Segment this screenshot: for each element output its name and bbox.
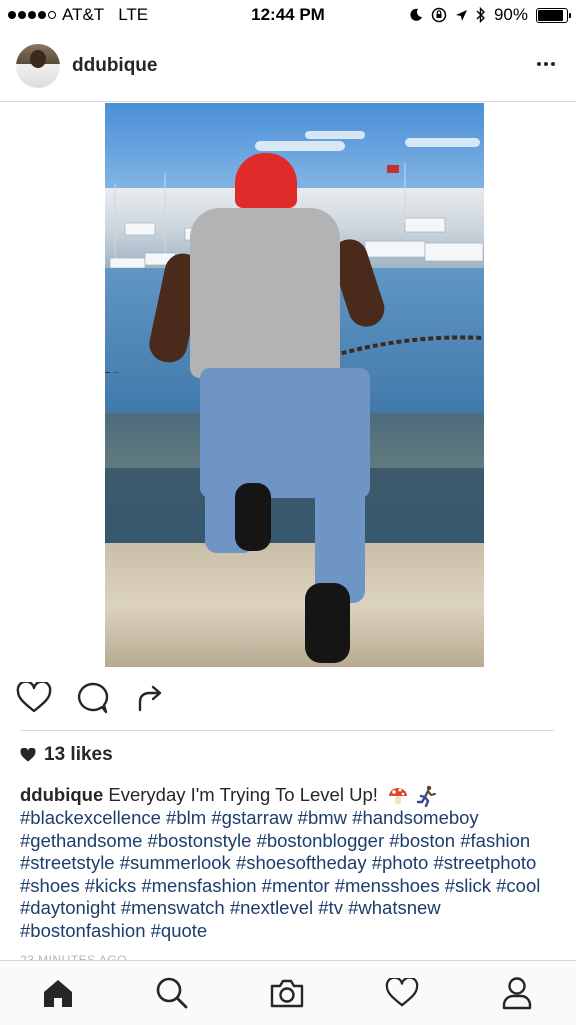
- hashtag-link[interactable]: #cool: [496, 875, 540, 896]
- hashtag-link[interactable]: #mentor: [262, 875, 330, 896]
- tab-bar: [0, 960, 576, 1025]
- hashtag-link[interactable]: #streetstyle: [20, 852, 115, 873]
- action-bar: [0, 676, 576, 726]
- hashtag-link[interactable]: #tv: [318, 897, 343, 918]
- share-icon[interactable]: [128, 676, 172, 720]
- orientation-lock-icon: [431, 7, 447, 23]
- hashtag-link[interactable]: #menswatch: [121, 897, 225, 918]
- status-right: 90%: [409, 5, 571, 25]
- hashtag-link[interactable]: #fashion: [460, 830, 530, 851]
- hashtag-link[interactable]: #mensshoes: [335, 875, 440, 896]
- more-options-icon[interactable]: [534, 52, 558, 76]
- hashtag-link[interactable]: #gstarraw: [211, 807, 292, 828]
- avatar[interactable]: [16, 44, 60, 88]
- search-icon[interactable]: [152, 973, 192, 1013]
- hashtag-link[interactable]: #summerlook: [120, 852, 231, 873]
- hashtag-link[interactable]: #boston: [389, 830, 455, 851]
- location-icon: [455, 9, 467, 21]
- hashtag-link[interactable]: #shoes: [20, 875, 80, 896]
- battery-percent: 90%: [493, 5, 528, 24]
- comment-icon[interactable]: [70, 676, 114, 720]
- hashtag-link[interactable]: #bostonfashion: [20, 920, 146, 941]
- home-icon[interactable]: [38, 973, 78, 1013]
- hashtag-link[interactable]: #quote: [151, 920, 208, 941]
- caption-hashtags: #blackexcellence #blm #gstarraw #bmw #ha…: [20, 807, 540, 941]
- running-person-emoji: [416, 785, 437, 808]
- profile-icon[interactable]: [497, 973, 537, 1013]
- post-username[interactable]: ddubique: [72, 55, 157, 77]
- hashtag-link[interactable]: #streetphoto: [433, 852, 536, 873]
- likes-heart-icon: [20, 748, 36, 762]
- hashtag-link[interactable]: #photo: [372, 852, 429, 873]
- hashtag-link[interactable]: #whatsnew: [348, 897, 441, 918]
- hashtag-link[interactable]: #daytonight: [20, 897, 116, 918]
- battery-icon: [536, 7, 571, 23]
- post-header: ddubique: [0, 38, 576, 98]
- likes-row[interactable]: 13 likes: [20, 744, 113, 766]
- caption-text: Everyday I'm Trying To Level Up!: [108, 784, 378, 805]
- heart-icon[interactable]: [12, 676, 56, 720]
- hashtag-link[interactable]: #blackexcellence: [20, 807, 161, 828]
- post-photo[interactable]: [105, 103, 484, 667]
- hashtag-link[interactable]: #slick: [445, 875, 491, 896]
- hashtag-link[interactable]: #gethandsome: [20, 830, 142, 851]
- hashtag-link[interactable]: #shoesoftheday: [236, 852, 367, 873]
- activity-heart-icon[interactable]: [382, 973, 422, 1013]
- caption-username[interactable]: ddubique: [20, 784, 103, 805]
- hashtag-link[interactable]: #handsomeboy: [352, 807, 479, 828]
- header-divider: [0, 101, 576, 102]
- mushroom-emoji: [389, 788, 408, 805]
- post-caption: ddubique Everyday I'm Trying To Level Up…: [20, 784, 560, 942]
- hashtag-link[interactable]: #nextlevel: [230, 897, 313, 918]
- status-bar: AT&T LTE 12:44 PM 90%: [0, 0, 576, 30]
- hashtag-link[interactable]: #bostonblogger: [257, 830, 385, 851]
- likes-count: 13 likes: [44, 744, 113, 765]
- hashtag-link[interactable]: #mensfashion: [141, 875, 256, 896]
- hashtag-link[interactable]: #kicks: [85, 875, 136, 896]
- moon-icon: [410, 8, 422, 21]
- camera-icon[interactable]: [267, 973, 307, 1013]
- battery-fill: [538, 9, 563, 21]
- hashtag-link[interactable]: #bostonstyle: [148, 830, 252, 851]
- hashtag-link[interactable]: #bmw: [298, 807, 347, 828]
- action-divider: [20, 730, 554, 731]
- hashtag-link[interactable]: #blm: [166, 807, 206, 828]
- bluetooth-icon: [476, 7, 485, 23]
